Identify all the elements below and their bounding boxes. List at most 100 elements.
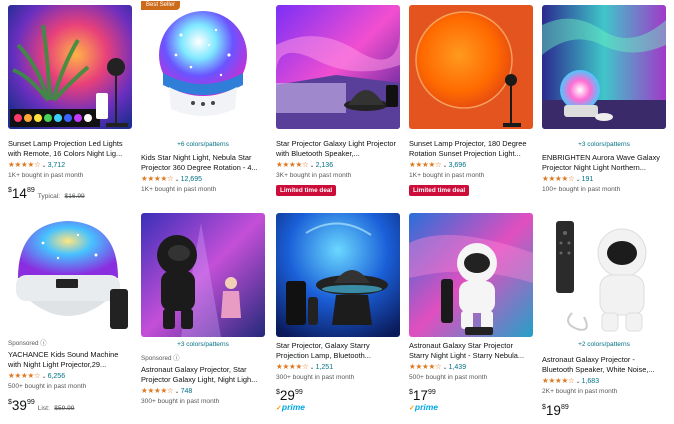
product-card-kids-star-night-light[interactable]: Best Seller +6 colors/patterns Kids Star… [141, 1, 265, 205]
price[interactable]: $1799 [409, 385, 533, 403]
product-title[interactable]: ENBRIGHTEN Aurora Wave Galaxy Projector … [542, 153, 666, 173]
chevron-down-icon[interactable]: ⌄ [310, 365, 315, 371]
chevron-down-icon[interactable]: ⌄ [42, 374, 47, 380]
rating-count[interactable]: 1,683 [582, 378, 600, 385]
rating-row[interactable]: ★★★★☆⌄1,251 [276, 362, 400, 372]
rating-count[interactable]: 2,136 [316, 162, 334, 169]
product-card-enbrighten-aurora[interactable]: +3 colors/patterns ENBRIGHTEN Aurora Wav… [542, 5, 666, 205]
product-card-astronaut-bluetooth[interactable]: +2 colors/patterns Astronaut Galaxy Proj… [542, 213, 666, 418]
product-title[interactable]: Kids Star Night Light, Nebula Star Proje… [141, 153, 265, 173]
colors-patterns-link[interactable]: +2 colors/patterns [542, 341, 666, 351]
star-rating-icon[interactable]: ★★★★☆ [276, 362, 309, 371]
product-image[interactable] [276, 5, 400, 129]
product-image[interactable] [542, 5, 666, 129]
product-image[interactable] [542, 213, 666, 337]
product-title[interactable]: Sunset Lamp Projection Led Lights with R… [8, 139, 132, 159]
rating-row[interactable]: ★★★★☆⌄1,683 [542, 376, 666, 386]
rating-row[interactable]: ★★★★☆⌄12,695 [141, 174, 265, 184]
sunset-circle-image [409, 5, 533, 129]
rating-count[interactable]: 191 [582, 176, 594, 183]
bought-count: 500+ bought in past month [409, 374, 488, 381]
product-image[interactable] [8, 5, 132, 129]
product-title[interactable]: Astronaut Galaxy Star Projector Starry N… [409, 341, 533, 361]
rating-count[interactable]: 1,439 [449, 364, 467, 371]
prime-label: prime [281, 402, 306, 412]
colors-patterns-link[interactable]: +3 colors/patterns [542, 141, 666, 151]
chevron-down-icon[interactable]: ⌄ [576, 177, 581, 183]
price[interactable]: $1489Typical: $16.99 [8, 183, 132, 201]
rating-count[interactable]: 3,712 [48, 162, 66, 169]
chevron-down-icon[interactable]: ⌄ [310, 163, 315, 169]
rating-row[interactable]: ★★★★☆⌄748 [141, 386, 265, 396]
rating-row[interactable]: ★★★★☆⌄1,439 [409, 362, 533, 372]
product-title[interactable]: Astronaut Galaxy Projector - Bluetooth S… [542, 355, 666, 375]
product-card-yachance-sound-machine[interactable]: Sponsored ⓘ YACHANCE Kids Sound Machine … [8, 213, 132, 413]
product-title[interactable]: YACHANCE Kids Sound Machine with Night L… [8, 350, 132, 370]
sound-machine-image [8, 213, 132, 337]
rating-row[interactable]: ★★★★☆⌄3,712 [8, 160, 132, 170]
limited-time-deal-badge: Limited time deal [276, 185, 337, 196]
rating-row[interactable]: ★★★★☆⌄2,136 [276, 160, 400, 170]
colors-patterns-link[interactable]: +3 colors/patterns [141, 341, 265, 351]
rating-count[interactable]: 12,695 [181, 176, 202, 183]
product-image[interactable] [8, 213, 132, 337]
list-price: $59.99 [54, 405, 75, 412]
star-rating-icon[interactable]: ★★★★☆ [542, 174, 575, 183]
rating-count[interactable]: 3,696 [449, 162, 467, 169]
star-rating-icon[interactable]: ★★★★☆ [8, 160, 41, 169]
price-cents: 89 [26, 187, 35, 194]
star-rating-icon[interactable]: ★★★★☆ [542, 376, 575, 385]
rating-row[interactable]: ★★★★☆⌄6,256 [8, 371, 132, 381]
product-title[interactable]: Star Projector Galaxy Light Projector wi… [276, 139, 400, 159]
sunset-lamp-image [8, 5, 132, 129]
product-image[interactable] [276, 213, 400, 337]
star-rating-icon[interactable]: ★★★★☆ [409, 362, 442, 371]
prime-badge: ✓prime [409, 402, 438, 414]
rating-row[interactable]: ★★★★☆⌄191 [542, 174, 666, 184]
product-card-star-projector-bluetooth[interactable]: Star Projector Galaxy Light Projector wi… [276, 5, 400, 205]
product-card-sunset-lamp-remote[interactable]: Sunset Lamp Projection Led Lights with R… [8, 5, 132, 205]
bought-count: 1K+ bought in past month [409, 172, 485, 179]
price[interactable]: $3999List: $59.99 [8, 395, 132, 413]
product-title[interactable]: Astronaut Galaxy Projector, Star Project… [141, 365, 265, 385]
product-card-sunset-lamp-180[interactable]: Sunset Lamp Projector, 180 Degree Rotati… [409, 5, 533, 205]
price[interactable]: $2999 [276, 385, 400, 403]
chevron-down-icon[interactable]: ⌄ [42, 163, 47, 169]
aurora-wave-image [542, 5, 666, 129]
product-card-astronaut-galaxy-star[interactable]: Astronaut Galaxy Star Projector Starry N… [409, 213, 533, 413]
sponsored-label[interactable]: Sponsored ⓘ [8, 339, 47, 348]
product-card-star-projector-galaxy-starry[interactable]: Star Projector, Galaxy Starry Projection… [276, 213, 400, 413]
star-rating-icon[interactable]: ★★★★☆ [8, 371, 41, 380]
chevron-down-icon[interactable]: ⌄ [576, 379, 581, 385]
rating-count[interactable]: 1,251 [316, 364, 334, 371]
star-rating-icon[interactable]: ★★★★☆ [409, 160, 442, 169]
product-title[interactable]: Star Projector, Galaxy Starry Projection… [276, 341, 400, 361]
star-rating-icon[interactable]: ★★★★☆ [141, 174, 174, 183]
product-card-astronaut-galaxy-1[interactable]: +3 colors/patterns Sponsored ⓘ Astronaut… [141, 213, 265, 413]
product-image[interactable] [409, 5, 533, 129]
product-image[interactable] [141, 213, 265, 337]
galaxy-bedroom-image [276, 5, 400, 129]
list-price-label: List: [37, 405, 50, 412]
colors-patterns-link[interactable]: +6 colors/patterns [141, 141, 265, 151]
sponsored-label[interactable]: Sponsored ⓘ [141, 354, 180, 363]
product-title[interactable]: Sunset Lamp Projector, 180 Degree Rotati… [409, 139, 533, 159]
bought-count: 3K+ bought in past month [276, 172, 352, 179]
chevron-down-icon[interactable]: ⌄ [175, 389, 180, 395]
astronaut-room-image [141, 213, 265, 337]
rating-count[interactable]: 748 [181, 388, 193, 395]
chevron-down-icon[interactable]: ⌄ [443, 365, 448, 371]
rating-count[interactable]: 6,256 [48, 373, 66, 380]
rating-row[interactable]: ★★★★☆⌄3,696 [409, 160, 533, 170]
price-cents: 99 [294, 389, 303, 396]
product-image[interactable] [409, 213, 533, 337]
chevron-down-icon[interactable]: ⌄ [443, 163, 448, 169]
price-whole: 14 [11, 186, 27, 201]
star-rating-icon[interactable]: ★★★★☆ [276, 160, 309, 169]
product-image[interactable] [141, 5, 265, 129]
ufo-projector-image [276, 213, 400, 337]
chevron-down-icon[interactable]: ⌄ [175, 177, 180, 183]
star-rating-icon[interactable]: ★★★★☆ [141, 386, 174, 395]
bought-count: 300+ bought in past month [141, 398, 220, 405]
price[interactable]: $1989 [542, 400, 666, 418]
